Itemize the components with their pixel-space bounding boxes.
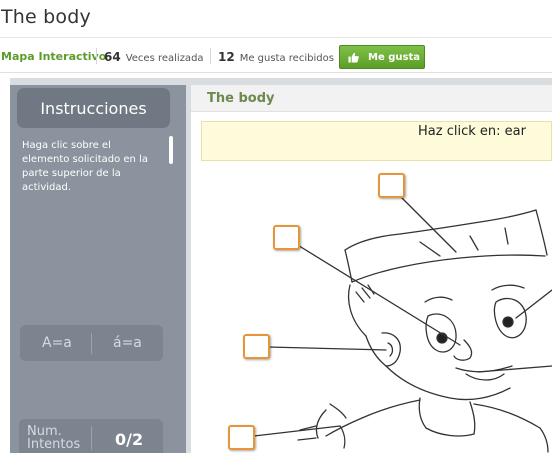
divider <box>91 333 92 354</box>
hotspot-hair[interactable] <box>378 173 405 198</box>
instructions-text: Haga clic sobre el elemento solicitado e… <box>22 140 148 193</box>
instructions-button[interactable]: Instrucciones <box>17 88 170 128</box>
divider <box>91 426 92 450</box>
body-illustration <box>253 195 552 453</box>
title-bar: The body <box>0 0 552 38</box>
likes-count: 12 <box>218 50 235 64</box>
attempts-label: Num. Intentos <box>27 424 81 452</box>
likes-stat: 12 Me gusta recibidos <box>218 50 334 64</box>
divider <box>210 48 211 64</box>
hotspot-ear[interactable] <box>243 334 270 359</box>
plays-label: Veces realizada <box>125 53 204 64</box>
likes-label: Me gusta recibidos <box>239 53 334 64</box>
accent-sensitivity-toggle[interactable]: á=a <box>113 335 142 351</box>
case-sensitivity-toggle[interactable]: A=a <box>42 335 72 351</box>
hotspot-hand[interactable] <box>228 425 255 450</box>
prompt-text: Haz click en: ear <box>418 124 526 139</box>
attempts-value: 0/2 <box>115 430 144 449</box>
instructions-label: Instrucciones <box>40 98 147 118</box>
activity-type-link[interactable]: Mapa Interactivo <box>1 50 106 63</box>
meta-bar: Mapa Interactivo 64 Veces realizada 12 Me … <box>0 41 552 73</box>
like-button[interactable]: Me gusta <box>339 45 425 69</box>
activity-title: The body <box>207 91 275 106</box>
hotspot-eye[interactable] <box>273 225 300 250</box>
page: The body Mapa Interactivo 64 Veces realiz… <box>0 0 552 453</box>
instructions-scrollbar[interactable] <box>169 136 173 164</box>
thumbs-up-icon <box>348 52 359 63</box>
plays-stat: 64 Veces realizada <box>104 50 204 64</box>
page-title: The body <box>1 6 91 28</box>
divider <box>96 48 97 64</box>
plays-count: 64 <box>104 50 121 64</box>
like-button-label: Me gusta <box>368 51 420 63</box>
